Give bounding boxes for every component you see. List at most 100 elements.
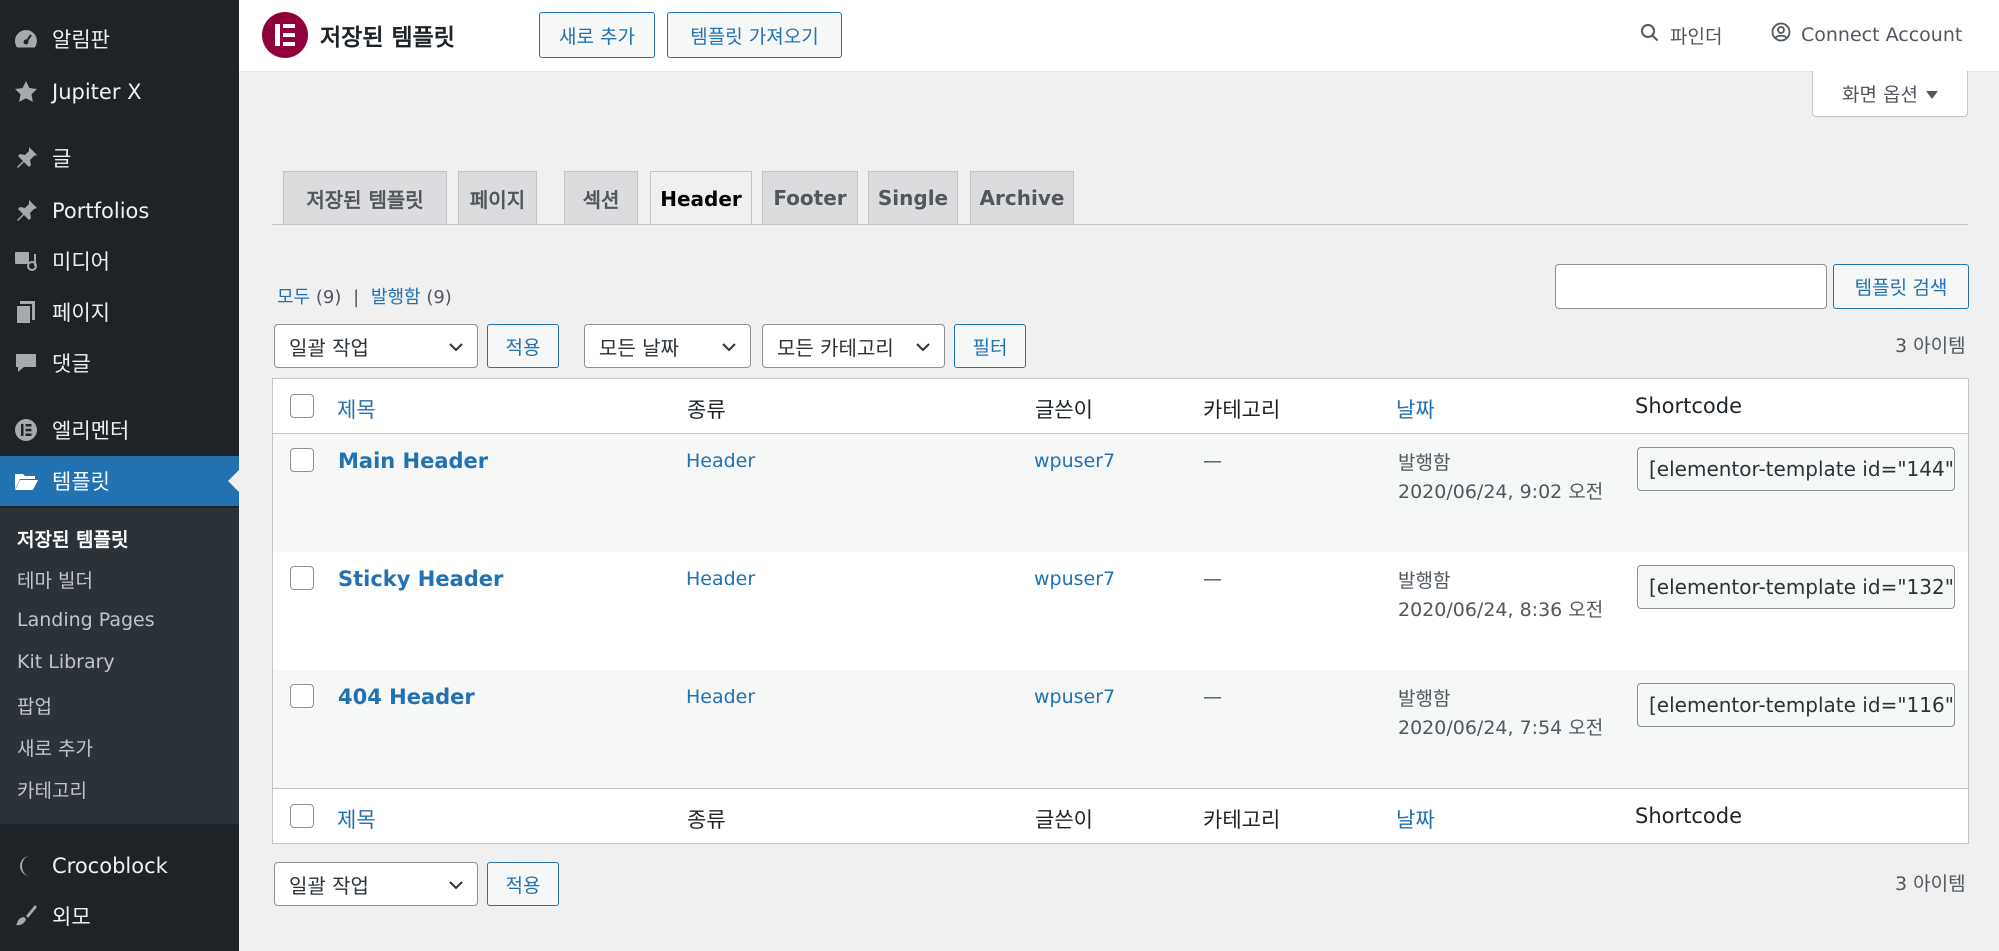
- template-author-link[interactable]: wpuser7: [1034, 450, 1115, 472]
- submenu-popups[interactable]: 팝업: [17, 692, 52, 719]
- submenu-add-new[interactable]: 새로 추가: [17, 734, 93, 761]
- sidebar-item-jupiter-x[interactable]: Jupiter X: [0, 67, 239, 117]
- template-title-link[interactable]: 404 Header: [338, 685, 475, 709]
- sidebar-item-label: 미디어: [52, 250, 110, 274]
- sidebar-item-label: 댓글: [52, 352, 91, 376]
- filter-all-count: (9): [315, 287, 342, 308]
- elementor-logo: [262, 12, 308, 58]
- crocoblock-icon: [11, 851, 41, 881]
- column-category: 카테고리: [1203, 808, 1281, 832]
- sidebar-item-label: Portfolios: [52, 199, 150, 223]
- tab-section[interactable]: 섹션: [564, 171, 638, 224]
- apply-button[interactable]: 적용: [487, 324, 559, 368]
- connect-account-button[interactable]: Connect Account: [1771, 22, 1962, 47]
- column-date[interactable]: 날짜: [1396, 804, 1435, 834]
- sidebar-item-elementor[interactable]: 엘리멘터: [0, 405, 239, 455]
- column-shortcode: Shortcode: [1635, 394, 1742, 418]
- tab-header[interactable]: Header: [650, 171, 752, 226]
- template-type-link[interactable]: Header: [686, 450, 755, 472]
- template-status: 발행함: [1398, 570, 1451, 592]
- row-checkbox[interactable]: [290, 448, 314, 472]
- bulk-action-value: 일괄 작업: [289, 335, 369, 360]
- sidebar-item-dashboard[interactable]: 알림판: [0, 14, 239, 64]
- sidebar-item-templates[interactable]: 템플릿: [0, 456, 239, 506]
- search-templates-button[interactable]: 템플릿 검색: [1833, 264, 1969, 309]
- bulk-action-select[interactable]: 일괄 작업: [274, 324, 478, 368]
- sidebar-item-media[interactable]: 미디어: [0, 236, 239, 286]
- template-category: —: [1203, 568, 1222, 590]
- sidebar-item-label: Jupiter X: [52, 80, 142, 104]
- template-author-link[interactable]: wpuser7: [1034, 686, 1115, 708]
- chevron-down-icon: [447, 337, 465, 361]
- template-type-link[interactable]: Header: [686, 568, 755, 590]
- filter-button[interactable]: 필터: [954, 324, 1026, 368]
- shortcode-field[interactable]: [elementor-template id="116"]: [1637, 683, 1955, 727]
- row-checkbox[interactable]: [290, 684, 314, 708]
- bulk-action-select-bottom[interactable]: 일괄 작업: [274, 862, 478, 906]
- screen-options-button[interactable]: 화면 옵션: [1812, 71, 1968, 117]
- submenu-theme-builder[interactable]: 테마 빌더: [17, 566, 93, 593]
- star-icon: [11, 77, 41, 107]
- folder-icon: [11, 466, 41, 496]
- column-category: 카테고리: [1203, 398, 1281, 422]
- column-title[interactable]: 제목: [337, 804, 376, 834]
- template-search-input[interactable]: [1555, 264, 1827, 309]
- template-date: 2020/06/24, 8:36 오전: [1398, 599, 1604, 621]
- sidebar-item-label: Crocoblock: [52, 854, 168, 878]
- sidebar-item-posts[interactable]: 글: [0, 133, 239, 183]
- select-all-checkbox[interactable]: [290, 804, 314, 828]
- filter-published-link[interactable]: 발행함: [371, 287, 421, 308]
- tab-archive[interactable]: Archive: [970, 171, 1074, 224]
- row-checkbox[interactable]: [290, 566, 314, 590]
- screen-options-label: 화면 옵션: [1842, 84, 1918, 106]
- caret-down-icon: [1925, 83, 1938, 105]
- finder-button[interactable]: 파인더: [1640, 22, 1722, 49]
- template-date: 2020/06/24, 9:02 오전: [1398, 481, 1604, 503]
- column-author: 글쓴이: [1035, 398, 1093, 422]
- admin-sidebar: 알림판 Jupiter X 글 Portfolios 미디어 페이지 댓글 엘리…: [0, 0, 239, 951]
- import-templates-button[interactable]: 템플릿 가져오기: [667, 12, 842, 58]
- media-icon: [11, 246, 41, 276]
- template-type-link[interactable]: Header: [686, 686, 755, 708]
- table-row: Main Header Header wpuser7 — 발행함 2020/06…: [273, 434, 1968, 552]
- finder-label: 파인더: [1670, 26, 1723, 48]
- tab-page[interactable]: 페이지: [458, 171, 537, 224]
- table-row: Sticky Header Header wpuser7 — 발행함 2020/…: [273, 552, 1968, 670]
- sidebar-item-portfolios[interactable]: Portfolios: [0, 186, 239, 236]
- dashboard-icon: [11, 24, 41, 54]
- tab-footer[interactable]: Footer: [762, 171, 858, 224]
- sidebar-item-crocoblock[interactable]: Crocoblock: [0, 841, 239, 891]
- select-all-checkbox[interactable]: [290, 394, 314, 418]
- chevron-down-icon: [914, 337, 932, 361]
- apply-button-bottom[interactable]: 적용: [487, 862, 559, 906]
- category-filter-select[interactable]: 모든 카테고리: [762, 324, 945, 368]
- submenu-kit-library[interactable]: Kit Library: [17, 651, 115, 673]
- submenu-saved-templates[interactable]: 저장된 템플릿: [17, 525, 129, 552]
- template-title-link[interactable]: Main Header: [338, 449, 488, 473]
- tab-saved-templates[interactable]: 저장된 템플릿: [283, 171, 447, 224]
- column-type: 종류: [687, 398, 726, 422]
- shortcode-field[interactable]: [elementor-template id="144"]: [1637, 447, 1955, 491]
- template-date: 2020/06/24, 7:54 오전: [1398, 717, 1604, 739]
- tab-single[interactable]: Single: [868, 171, 958, 224]
- date-filter-value: 모든 날짜: [599, 335, 679, 360]
- sidebar-item-pages[interactable]: 페이지: [0, 287, 239, 337]
- sidebar-item-comments[interactable]: 댓글: [0, 338, 239, 388]
- chevron-down-icon: [447, 875, 465, 899]
- filter-all-link[interactable]: 모두: [277, 287, 310, 308]
- templates-table: 제목 종류 글쓴이 카테고리 날짜 Shortcode Main Header …: [272, 378, 1969, 844]
- submenu-categories[interactable]: 카테고리: [17, 776, 87, 803]
- add-new-button[interactable]: 새로 추가: [539, 12, 655, 58]
- date-filter-select[interactable]: 모든 날짜: [584, 324, 751, 368]
- sidebar-item-appearance[interactable]: 외모: [0, 891, 239, 941]
- submenu-landing-pages[interactable]: Landing Pages: [17, 609, 155, 631]
- column-title[interactable]: 제목: [337, 394, 376, 424]
- column-date[interactable]: 날짜: [1396, 394, 1435, 424]
- sidebar-item-label: 엘리멘터: [52, 419, 130, 443]
- elementor-icon: [11, 415, 41, 445]
- template-title-link[interactable]: Sticky Header: [338, 567, 503, 591]
- bulk-action-value: 일괄 작업: [289, 873, 369, 898]
- shortcode-field[interactable]: [elementor-template id="132"]: [1637, 565, 1955, 609]
- template-author-link[interactable]: wpuser7: [1034, 568, 1115, 590]
- template-status: 발행함: [1398, 452, 1451, 474]
